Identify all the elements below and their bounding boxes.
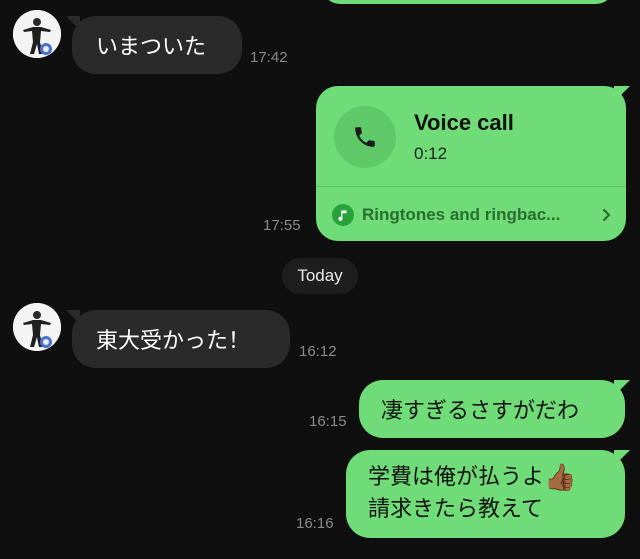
message-line: 学費は俺が払うよ👍🏾 bbox=[368, 462, 603, 494]
message-text: 凄すぎるさすがだわ bbox=[381, 399, 580, 424]
message-bubble-incoming[interactable]: いまついた bbox=[72, 16, 242, 74]
phone-icon-circle bbox=[334, 106, 396, 168]
ringtones-label: Ringtones and ringbac... bbox=[362, 205, 561, 224]
message-bubble-outgoing[interactable]: 凄すぎるさすがだわ bbox=[359, 380, 625, 438]
message-text: いまついた bbox=[96, 35, 207, 60]
message-text: 請求きたら教えて bbox=[368, 497, 543, 522]
message-timestamp: 17:55 bbox=[263, 217, 301, 234]
call-title: Voice call bbox=[414, 110, 514, 135]
message-bubble-incoming[interactable]: 東大受かった！ bbox=[72, 310, 290, 368]
message-timestamp: 17:42 bbox=[250, 49, 288, 66]
avatar-icon bbox=[13, 10, 61, 58]
divider bbox=[316, 186, 626, 187]
avatar-icon bbox=[13, 303, 61, 351]
message-line: 請求きたら教えて bbox=[368, 494, 603, 526]
phone-icon bbox=[355, 127, 375, 147]
message-text: 学費は俺が払うよ bbox=[368, 465, 545, 490]
call-duration: 0:12 bbox=[414, 144, 448, 163]
message-bubble-outgoing[interactable]: 学費は俺が払うよ👍🏾 請求きたら教えて bbox=[346, 450, 625, 538]
message-text: 東大受かった！ bbox=[96, 329, 251, 354]
message-timestamp: 16:16 bbox=[296, 515, 334, 532]
music-note-icon bbox=[332, 204, 354, 226]
thumbs-up-emoji: 👍🏾 bbox=[544, 463, 577, 493]
ringtones-link[interactable]: Ringtones and ringbac... bbox=[332, 202, 614, 228]
chevron-right-icon bbox=[602, 208, 611, 222]
avatar[interactable] bbox=[13, 10, 61, 58]
message-timestamp: 16:12 bbox=[299, 343, 337, 360]
voice-call-card[interactable]: Voice call 0:12 Ringtones and ringbac... bbox=[316, 86, 626, 241]
date-divider: Today bbox=[282, 258, 358, 294]
cropped-outgoing-bubble bbox=[322, 0, 614, 4]
message-timestamp: 16:15 bbox=[309, 413, 347, 430]
avatar[interactable] bbox=[13, 303, 61, 351]
